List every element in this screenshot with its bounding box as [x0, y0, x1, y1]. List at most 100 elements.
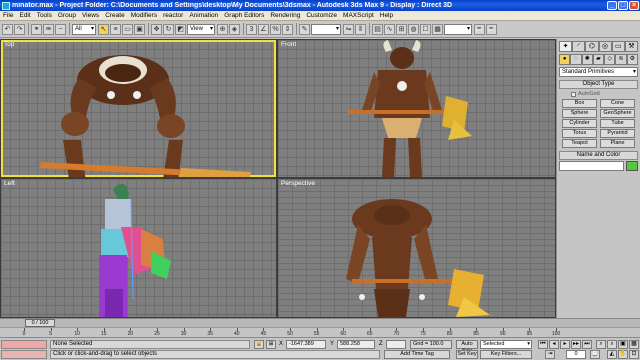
modify-tab-icon[interactable]: ◜ [572, 41, 586, 52]
render-frame-icon[interactable]: ▦ [432, 23, 443, 35]
named-selection-sets-dropdown[interactable] [311, 23, 341, 35]
zoom-extents-icon[interactable]: ▣ [618, 340, 628, 349]
field-of-view-icon[interactable]: ◭ [607, 350, 617, 359]
key-mode-dropdown[interactable]: Selected [480, 340, 532, 349]
autogrid-checkbox-row[interactable]: AutoGrid [559, 90, 638, 98]
align-icon[interactable]: ⫴ [355, 23, 366, 35]
select-object-icon[interactable]: ↖ [98, 23, 109, 35]
geometry-icon[interactable]: ● [559, 54, 571, 65]
menu-create[interactable]: Create [102, 12, 128, 19]
selection-filter-dropdown[interactable]: All [72, 23, 96, 35]
lock-selection-icon[interactable]: 🔒 [254, 340, 264, 349]
menu-views[interactable]: Views [79, 12, 102, 19]
time-slider-knob[interactable]: 0 / 100 [25, 319, 55, 327]
maxscript-listener-mini[interactable] [1, 340, 47, 349]
render-type-dropdown[interactable] [444, 23, 472, 35]
add-time-tag-button[interactable]: Add Time Tag [384, 350, 450, 359]
viewport-front[interactable]: Front [278, 40, 555, 177]
pivot-center-icon[interactable]: ⊕ [217, 23, 228, 35]
object-name-field[interactable] [559, 161, 624, 171]
track-bar[interactable]: 0 5 10 15 20 25 30 35 40 45 50 55 60 65 70 75 80 85 90 95 10… [0, 327, 640, 337]
select-and-manipulate-icon[interactable]: ◈ [229, 23, 240, 35]
snaps-toggle-icon[interactable]: 3 [246, 23, 257, 35]
menu-graph-editors[interactable]: Graph Editors [221, 12, 267, 19]
menu-edit[interactable]: Edit [16, 12, 33, 19]
render-last-icon[interactable]: ☕ [486, 23, 497, 35]
curve-editor-icon[interactable]: ∿ [384, 23, 395, 35]
torus-button[interactable]: Torus [562, 129, 597, 138]
undo-icon[interactable]: ↶ [2, 23, 13, 35]
spinner-snap-icon[interactable]: ⇕ [282, 23, 293, 35]
bind-space-warp-icon[interactable]: ~ [55, 23, 66, 35]
zoom-icon[interactable]: ⌕ [596, 340, 606, 349]
menu-modifiers[interactable]: Modifiers [128, 12, 160, 19]
next-frame-icon[interactable]: ▸▸ [571, 340, 581, 349]
max-app-icon[interactable] [2, 1, 10, 10]
material-editor-icon[interactable]: ◍ [408, 23, 419, 35]
helpers-icon[interactable]: ◇ [604, 54, 616, 65]
create-tab-icon[interactable]: ✦ [559, 41, 573, 52]
pan-view-icon[interactable]: ✋ [618, 350, 628, 359]
shapes-icon[interactable]: ◌ [570, 54, 582, 65]
angle-snap-icon[interactable]: ∠ [258, 23, 269, 35]
geosphere-button[interactable]: GeoSphere [600, 109, 635, 118]
tube-button[interactable]: Tube [600, 119, 635, 128]
object-color-swatch[interactable] [626, 161, 638, 171]
display-tab-icon[interactable]: ▭ [611, 41, 625, 52]
name-and-color-rollout-header[interactable]: Name and Color [559, 151, 638, 160]
layer-manager-icon[interactable]: ▤ [372, 23, 383, 35]
menu-tools[interactable]: Tools [34, 12, 55, 19]
x-coord-field[interactable]: -1647.389 [286, 340, 326, 349]
y-coord-field[interactable]: 588.258 [337, 340, 375, 349]
set-key-button[interactable]: Set Key [456, 350, 478, 359]
render-setup-icon[interactable]: ☐ [420, 23, 431, 35]
sphere-button[interactable]: Sphere [562, 109, 597, 118]
time-configuration-icon[interactable]: ⌚ [590, 350, 600, 359]
select-and-rotate-icon[interactable]: ↻ [163, 23, 174, 35]
reference-coordinate-dropdown[interactable]: View [187, 23, 215, 35]
menu-animation[interactable]: Animation [186, 12, 221, 19]
go-to-start-icon[interactable]: ⏮ [538, 340, 548, 349]
menu-help[interactable]: Help [377, 12, 396, 19]
key-mode-toggle-icon[interactable]: ⇥ [545, 350, 555, 359]
object-type-rollout-header[interactable]: Object Type [559, 80, 638, 89]
cameras-icon[interactable]: ▰ [592, 54, 605, 65]
mirror-icon[interactable]: ⇋ [343, 23, 354, 35]
z-coord-field[interactable] [386, 340, 406, 349]
menu-customize[interactable]: Customize [303, 12, 340, 19]
menu-group[interactable]: Group [55, 12, 79, 19]
window-crossing-icon[interactable]: ▣ [134, 23, 145, 35]
auto-key-button[interactable]: Auto Key [456, 340, 478, 354]
teapot-button[interactable]: Teapot [562, 139, 597, 148]
maximize-viewport-icon[interactable]: ⊡ [629, 350, 639, 359]
schematic-view-icon[interactable]: ⊞ [396, 23, 407, 35]
menu-reactor[interactable]: reactor [160, 12, 186, 19]
zoom-all-icon[interactable]: ⌕ [607, 340, 617, 349]
link-icon[interactable]: ⚭ [31, 23, 42, 35]
viewport-perspective[interactable]: Perspective [278, 179, 555, 317]
time-slider[interactable]: 0 / 100 [0, 318, 640, 327]
key-filters-button[interactable]: Key Filters... [480, 350, 532, 359]
current-frame-field[interactable]: 0 [566, 350, 586, 359]
motion-tab-icon[interactable]: ◎ [598, 41, 612, 52]
select-and-scale-icon[interactable]: ◩ [175, 23, 186, 35]
menu-file[interactable]: File [0, 12, 16, 19]
box-button[interactable]: Box [562, 99, 597, 108]
cone-button[interactable]: Cone [600, 99, 635, 108]
lights-icon[interactable]: ✺ [581, 54, 593, 65]
viewport-left[interactable]: Left [1, 179, 276, 317]
plane-button[interactable]: Plane [600, 139, 635, 148]
pyramid-button[interactable]: Pyramid [600, 129, 635, 138]
quick-render-icon[interactable]: ☕ [474, 23, 485, 35]
rectangular-selection-icon[interactable]: ▭ [122, 23, 133, 35]
systems-icon[interactable]: ⚙ [626, 54, 638, 65]
play-icon[interactable]: ▸ [560, 340, 570, 349]
previous-frame-icon[interactable]: ◂ [549, 340, 559, 349]
maxscript-listener-mini-2[interactable] [1, 350, 47, 359]
utilities-tab-icon[interactable]: ⚒ [624, 41, 639, 52]
primitive-category-dropdown[interactable]: Standard Primitives [559, 67, 638, 77]
hierarchy-tab-icon[interactable]: ⌬ [585, 41, 599, 52]
minimize-button[interactable]: _ [607, 1, 617, 10]
autogrid-checkbox[interactable] [571, 91, 576, 97]
viewport-top[interactable]: Top [1, 40, 276, 177]
